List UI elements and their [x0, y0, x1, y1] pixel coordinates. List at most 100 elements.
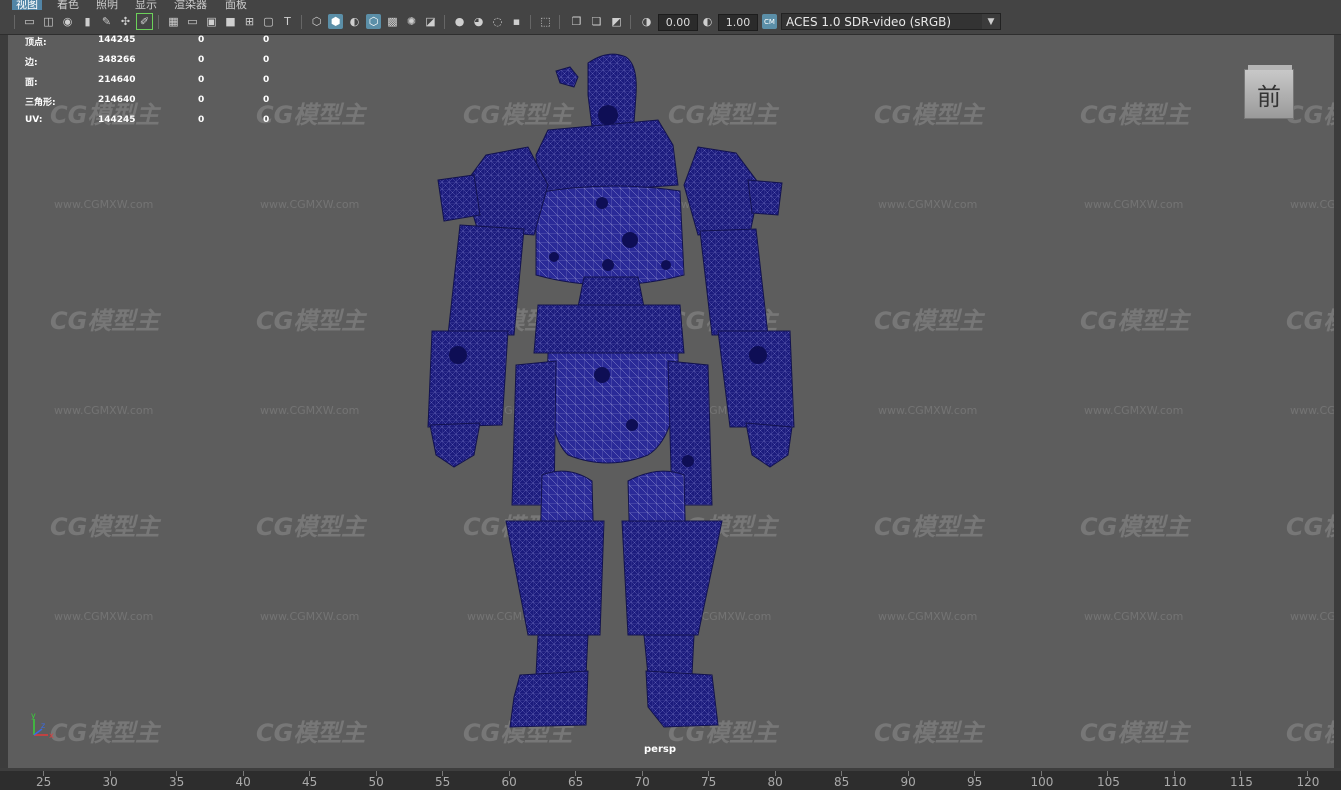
menu-show[interactable]: 显示	[135, 0, 157, 10]
safe-title-icon[interactable]: T	[280, 14, 295, 29]
time-tick-mark	[375, 771, 377, 776]
menu-panels[interactable]: 面板	[225, 0, 247, 10]
safe-action-icon[interactable]: ▢	[261, 14, 276, 29]
time-tick-mark	[1040, 771, 1042, 776]
toolbar-separator	[630, 15, 631, 29]
wireframe-icon[interactable]: ⬡	[309, 14, 324, 29]
time-tick-label: 110	[1163, 775, 1187, 789]
image-plane-icon[interactable]: ▮	[80, 14, 95, 29]
time-tick-mark	[974, 771, 975, 776]
menu-renderer[interactable]: 渲染器	[174, 0, 207, 10]
time-tick-mark	[907, 771, 909, 776]
time-tick-label: 25	[36, 775, 52, 789]
anti-aliasing-icon[interactable]: ◌	[490, 14, 505, 29]
color-management-icon[interactable]: CM	[762, 14, 777, 29]
panel-menubar: 视图 着色 照明 显示 渲染器 面板	[0, 0, 1341, 10]
gamma-field[interactable]: 1.00	[718, 14, 758, 31]
time-tick-label: 40	[235, 775, 251, 789]
pencil-tool-icon[interactable]: ✐	[136, 13, 153, 30]
menu-lighting[interactable]: 照明	[96, 0, 118, 10]
axis-x-label: x	[49, 731, 54, 740]
menu-shading[interactable]: 着色	[57, 0, 79, 10]
grease-pencil-icon[interactable]: ✣	[118, 14, 133, 29]
time-tick-label: 45	[302, 775, 318, 789]
screen-space-ao-icon[interactable]: ●	[452, 14, 467, 29]
time-tick-label: 105	[1097, 775, 1120, 789]
toolbar-separator	[14, 15, 15, 29]
xray-icon[interactable]: ❐	[569, 14, 584, 29]
left-shin	[505, 520, 605, 636]
select-camera-icon[interactable]: ▭	[22, 14, 37, 29]
axis-z-label: z	[41, 721, 45, 730]
xray-joints-icon[interactable]: ❏	[589, 14, 604, 29]
time-tick-label: 60	[501, 775, 517, 789]
time-tick-label: 35	[169, 775, 185, 789]
time-tick-label: 120	[1296, 775, 1320, 789]
time-tick-label: 55	[435, 775, 451, 789]
right-shin	[621, 520, 723, 636]
isolate-select-icon[interactable]: ⬚	[538, 14, 553, 29]
robot-model[interactable]: y x z	[8, 35, 1334, 768]
chest-top	[535, 119, 679, 196]
toolbar-separator	[559, 15, 560, 29]
use-all-lights-icon[interactable]: ✺	[404, 14, 419, 29]
left-upper-arm	[447, 224, 525, 336]
viewcube[interactable]: 前	[1244, 65, 1294, 119]
shadows-icon[interactable]: ◪	[423, 14, 438, 29]
time-tick-label: 95	[967, 775, 983, 789]
resolution-gate-icon[interactable]: ▣	[204, 14, 219, 29]
toolbar-separator	[158, 15, 159, 29]
left-hand	[429, 422, 481, 468]
time-tick-mark	[641, 771, 643, 776]
panel-toolbar: ▭ ◫ ◉ ▮ ✎ ✣ ✐ ▦ ▭ ▣ ■ ⊞ ▢ T ⬡ ⬢ ◐ ⬡ ▩ ✺ …	[0, 10, 1341, 35]
left-foot	[509, 670, 589, 728]
left-border	[0, 35, 8, 768]
robot-abdomen	[533, 304, 685, 354]
2d-pan-zoom-icon[interactable]: ✎	[99, 14, 114, 29]
default-material-icon[interactable]: ◐	[347, 14, 362, 29]
time-tick-mark	[575, 771, 576, 776]
exposure-field[interactable]: 0.00	[658, 14, 698, 31]
time-tick-mark	[109, 771, 111, 776]
motion-blur-icon[interactable]: ◕	[471, 14, 486, 29]
smooth-shade-icon[interactable]: ⬢	[328, 14, 343, 29]
robot-belly	[547, 352, 679, 464]
time-tick-mark	[1173, 771, 1175, 776]
camera-label: persp	[644, 744, 676, 755]
grid-icon[interactable]: ▦	[166, 14, 181, 29]
time-tick-label: 100	[1030, 775, 1054, 789]
time-tick-label: 50	[368, 775, 384, 789]
wireframe-on-shaded-icon[interactable]: ⬡	[366, 14, 381, 29]
time-tick-mark	[1240, 771, 1241, 776]
right-border	[1334, 35, 1341, 768]
film-gate-icon[interactable]: ▭	[185, 14, 200, 29]
colorspace-dropdown[interactable]: ACES 1.0 SDR-video (sRGB) ▼	[781, 13, 1001, 30]
axis-y-label: y	[31, 711, 36, 720]
bookmark-camera-icon[interactable]: ◉	[60, 14, 75, 29]
time-tick-mark	[841, 771, 842, 776]
axis-gizmo: y x z	[31, 711, 54, 740]
right-foot	[645, 670, 719, 728]
backface-culling-icon[interactable]: ◩	[609, 14, 624, 29]
time-tick-mark	[43, 771, 44, 776]
right-hand	[745, 422, 793, 468]
perspective-viewport[interactable]: CG模型主 www.CGMXW.com CG模型主 www.CGMXW.com CG模型…	[8, 35, 1334, 768]
gamma-icon[interactable]: ◐	[700, 14, 715, 29]
time-tick-mark	[1306, 771, 1308, 776]
time-tick-mark	[1107, 771, 1108, 776]
time-tick-mark	[774, 771, 776, 776]
gate-mask-icon[interactable]: ■	[223, 14, 238, 29]
menu-view[interactable]: 视图	[12, 0, 42, 10]
exposure-icon[interactable]: ◑	[639, 14, 654, 29]
head-spike	[555, 66, 579, 88]
chevron-down-icon[interactable]: ▼	[982, 14, 1000, 29]
time-tick-label: 75	[701, 775, 717, 789]
time-tick-mark	[309, 771, 310, 776]
camera-attributes-icon[interactable]: ◫	[41, 14, 56, 29]
time-tick-label: 65	[568, 775, 584, 789]
depth-of-field-icon[interactable]: ▪	[509, 14, 524, 29]
time-tick-label: 85	[834, 775, 850, 789]
textured-icon[interactable]: ▩	[385, 14, 400, 29]
time-slider[interactable]: 25 30 35 40 45 50 55 60 65 70 75 80 85 90 95 100 105 110 1…	[0, 768, 1341, 790]
field-chart-icon[interactable]: ⊞	[242, 14, 257, 29]
